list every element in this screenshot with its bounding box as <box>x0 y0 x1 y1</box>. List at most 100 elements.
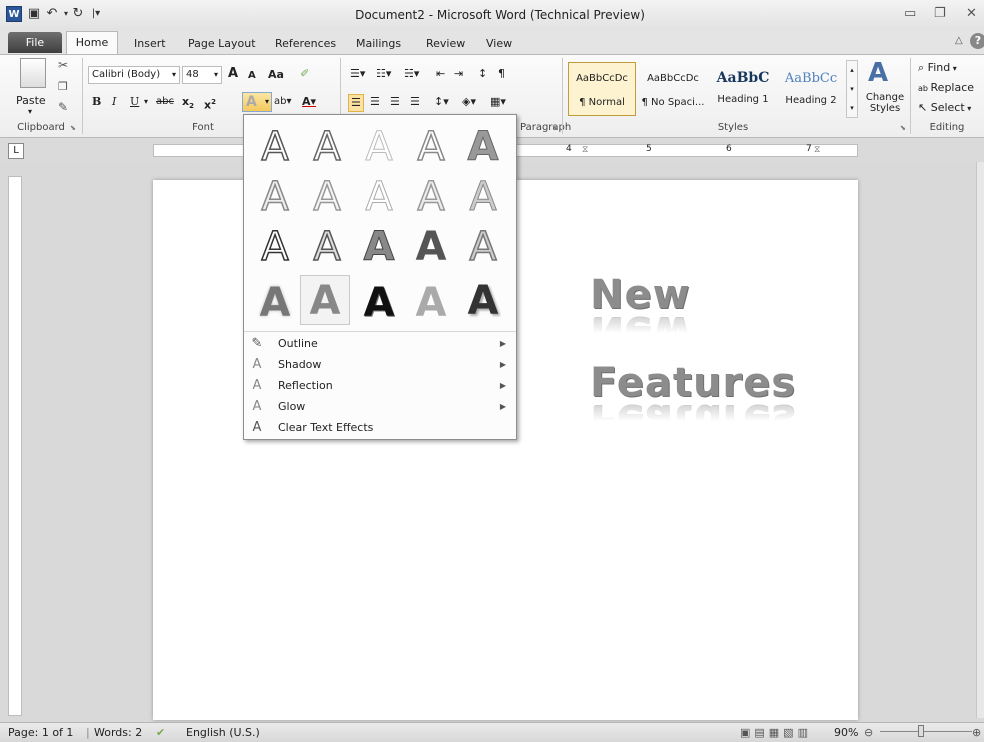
format-painter-icon[interactable]: ✎ <box>58 100 68 114</box>
minimize-ribbon-icon[interactable]: △ <box>955 35 963 46</box>
minimize-icon[interactable]: ▭ <box>904 6 916 21</box>
restore-icon[interactable]: ❐ <box>934 6 946 21</box>
underline-dropdown-icon[interactable]: ▾ <box>144 94 148 110</box>
paste-dropdown-icon[interactable]: ▾ <box>28 107 32 116</box>
change-styles-icon[interactable]: A <box>868 58 888 88</box>
menu-item-reflection[interactable]: A Reflection ▶ <box>244 375 516 396</box>
menu-item-shadow[interactable]: A Shadow ▶ <box>244 354 516 375</box>
language-indicator[interactable]: English (U.S.) <box>186 726 260 739</box>
change-styles-button[interactable]: Change Styles <box>862 92 908 114</box>
proofing-icon[interactable]: ✔ <box>156 726 165 739</box>
effect-swatch[interactable]: A <box>406 221 456 271</box>
effect-swatch[interactable]: A <box>250 221 300 271</box>
select-button[interactable]: ↖ Select ▾ <box>918 100 971 117</box>
effect-swatch[interactable]: A <box>250 171 300 221</box>
tab-selector-icon[interactable]: L <box>8 143 24 159</box>
grow-font-button[interactable]: A <box>228 66 238 82</box>
subscript-button[interactable]: x2 <box>182 94 194 114</box>
tab-mailings[interactable]: Mailings <box>349 33 408 54</box>
effect-swatch[interactable]: A <box>250 121 300 171</box>
style-heading-2[interactable]: AaBbCc Heading 2 <box>778 62 844 116</box>
replace-button[interactable]: ab Replace <box>918 80 974 97</box>
line-spacing-icon[interactable]: ↕▾ <box>434 94 449 110</box>
tab-references[interactable]: References <box>268 33 343 54</box>
text-effects-button[interactable]: A ▾ <box>242 92 272 112</box>
numbering-icon[interactable]: ☷▾ <box>376 66 391 82</box>
effect-swatch[interactable]: A <box>302 221 352 271</box>
menu-item-glow[interactable]: A Glow ▶ <box>244 396 516 417</box>
zoom-out-icon[interactable]: ⊖ <box>864 726 873 739</box>
vertical-ruler[interactable] <box>8 176 22 716</box>
effect-swatch[interactable]: A <box>406 171 456 221</box>
font-size-combo[interactable]: 48 ▾ <box>182 66 222 84</box>
zoom-slider-thumb[interactable] <box>918 725 924 737</box>
styles-launcher-icon[interactable]: ⬊ <box>900 124 906 132</box>
chevron-down-icon[interactable]: ▾ <box>214 67 218 83</box>
tab-view[interactable]: View <box>479 33 519 54</box>
shading-icon[interactable]: ◈▾ <box>462 94 476 110</box>
styles-scroll[interactable]: ▴ ▾ ▾ <box>846 60 858 118</box>
effect-swatch[interactable]: A <box>354 171 404 221</box>
cut-icon[interactable]: ✂ <box>58 58 68 72</box>
zoom-slider-track[interactable] <box>880 731 972 732</box>
tab-file[interactable]: File <box>8 32 62 53</box>
bold-button[interactable]: B <box>92 94 101 110</box>
style-heading-1[interactable]: AaBbC Heading 1 <box>710 62 776 116</box>
align-center-icon[interactable]: ☰ <box>370 94 380 110</box>
indent-marker-icon[interactable]: ⧖ <box>582 145 588 155</box>
effect-swatch[interactable]: A <box>354 221 404 271</box>
effect-swatch[interactable]: A <box>302 121 352 171</box>
close-icon[interactable]: ✕ <box>966 6 977 21</box>
borders-icon[interactable]: ▦▾ <box>490 94 506 110</box>
effect-swatch[interactable]: A <box>458 275 508 325</box>
tab-insert[interactable]: Insert <box>127 33 173 54</box>
effect-swatch[interactable]: A <box>250 277 300 327</box>
effect-swatch[interactable]: A <box>406 121 456 171</box>
vertical-scrollbar[interactable] <box>976 162 984 718</box>
show-formatting-icon[interactable]: ¶ <box>498 66 505 82</box>
italic-button[interactable]: I <box>112 94 116 110</box>
clipboard-launcher-icon[interactable]: ⬊ <box>70 124 76 132</box>
strikethrough-button[interactable]: abc <box>156 94 174 110</box>
menu-item-clear-text-effects[interactable]: A Clear Text Effects <box>244 417 516 438</box>
align-right-icon[interactable]: ☰ <box>390 94 400 110</box>
effect-swatch[interactable]: A <box>406 277 456 327</box>
word-count[interactable]: Words: 2 <box>94 726 142 739</box>
zoom-level[interactable]: 90% <box>834 726 858 739</box>
increase-indent-icon[interactable]: ⇥ <box>454 66 463 82</box>
effect-swatch[interactable]: A <box>458 121 508 171</box>
effect-swatch[interactable]: A <box>302 171 352 221</box>
tab-review[interactable]: Review <box>419 33 472 54</box>
view-buttons-icon[interactable]: ▣▤▦▧▥ <box>740 726 812 739</box>
zoom-in-icon[interactable]: ⊕ <box>972 726 981 739</box>
tab-home[interactable]: Home <box>66 31 118 55</box>
effect-swatch[interactable]: A <box>354 121 404 171</box>
effect-swatch[interactable]: A <box>458 221 508 271</box>
effect-swatch[interactable]: A <box>354 277 404 327</box>
align-left-icon[interactable]: ☰ <box>348 94 364 112</box>
paste-icon[interactable] <box>20 58 46 88</box>
style-normal[interactable]: AaBbCcDc ¶ Normal <box>568 62 636 116</box>
sort-icon[interactable]: ↕ <box>478 66 487 82</box>
multilevel-list-icon[interactable]: ☵▾ <box>404 66 419 82</box>
document-text-line-1[interactable]: New <box>590 272 691 318</box>
style-no-spacing[interactable]: AaBbCcDc ¶ No Spaci... <box>638 62 708 116</box>
right-indent-marker-icon[interactable]: ⧖ <box>814 145 820 155</box>
page-count[interactable]: Page: 1 of 1 <box>8 726 73 739</box>
underline-button[interactable]: U <box>130 94 139 110</box>
paragraph-launcher-icon[interactable]: ⬊ <box>552 124 558 132</box>
bullets-icon[interactable]: ☰▾ <box>350 66 365 82</box>
highlight-color-icon[interactable]: ab▾ <box>274 94 292 110</box>
effect-swatch-selected[interactable]: A <box>300 275 350 325</box>
copy-icon[interactable]: ❐ <box>58 80 68 93</box>
font-name-combo[interactable]: Calibri (Body) ▾ <box>88 66 180 84</box>
find-button[interactable]: ⌕ Find ▾ <box>918 60 957 77</box>
clear-formatting-icon[interactable]: ✐ <box>300 66 309 82</box>
chevron-down-icon[interactable]: ▾ <box>172 67 176 83</box>
document-text-line-2[interactable]: Features <box>590 360 796 406</box>
justify-icon[interactable]: ☰ <box>410 94 420 110</box>
change-case-button[interactable]: Aa <box>268 67 284 83</box>
decrease-indent-icon[interactable]: ⇤ <box>436 66 445 82</box>
effect-swatch[interactable]: A <box>458 171 508 221</box>
tab-page-layout[interactable]: Page Layout <box>181 33 263 54</box>
